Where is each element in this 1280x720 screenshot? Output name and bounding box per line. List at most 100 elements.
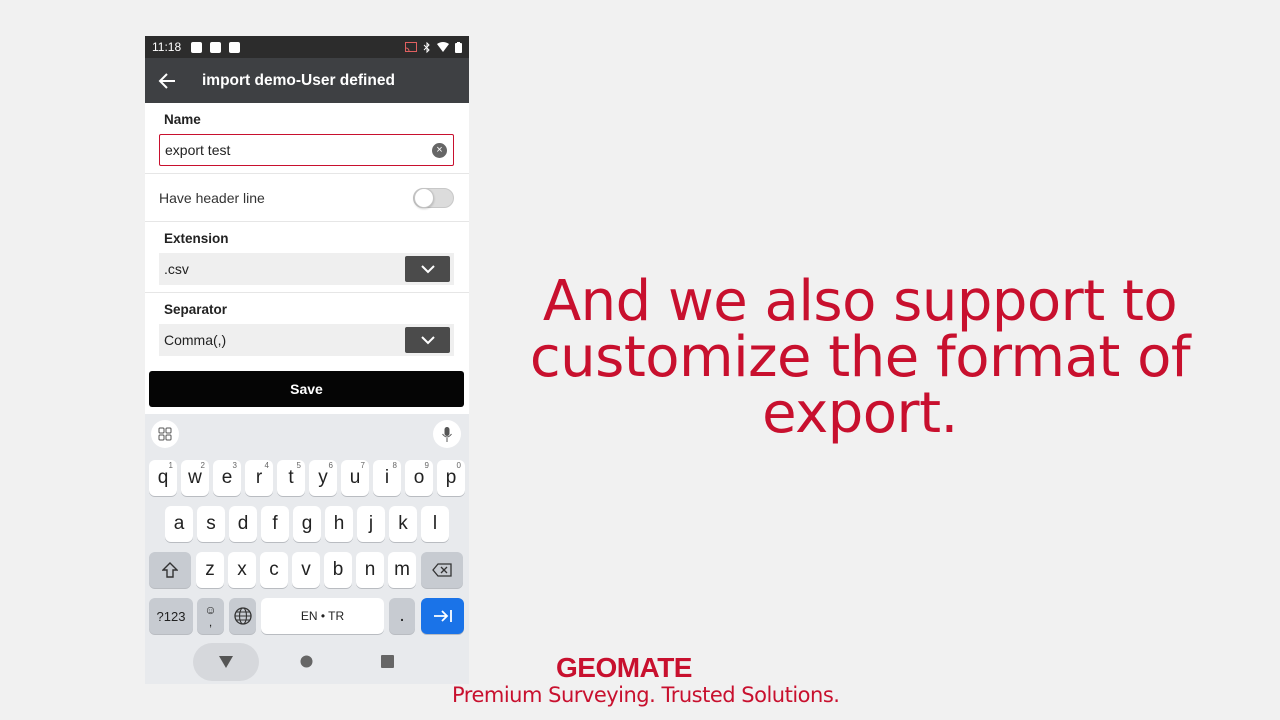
triangle-down-icon	[219, 656, 233, 668]
divider	[145, 221, 469, 222]
divider	[145, 173, 469, 174]
key-j[interactable]: j	[357, 506, 385, 542]
chevron-down-icon[interactable]	[405, 327, 450, 353]
key-char: o	[413, 467, 425, 488]
symbols-key[interactable]: ?123	[149, 598, 193, 634]
key-a[interactable]: a	[165, 506, 193, 542]
status-time: 11:18	[152, 40, 182, 54]
name-label: Name	[164, 112, 201, 127]
key-number-hint: 6	[328, 461, 333, 470]
key-f[interactable]: f	[261, 506, 289, 542]
backspace-key[interactable]	[421, 552, 463, 588]
extension-value: .csv	[164, 261, 189, 277]
cast-icon	[405, 42, 417, 52]
key-number-hint: 9	[424, 461, 429, 470]
key-i[interactable]: i8	[373, 460, 401, 496]
tab-next-icon	[433, 610, 452, 622]
clear-icon[interactable]: ×	[432, 143, 447, 158]
language-globe-key[interactable]	[229, 598, 256, 634]
key-char: t	[288, 467, 294, 488]
home-circle-icon[interactable]	[300, 655, 313, 668]
key-r[interactable]: r4	[245, 460, 273, 496]
key-char: u	[349, 467, 361, 488]
phone-screen: 11:18 import demo-User defined Name expo…	[145, 36, 469, 684]
microphone-icon[interactable]	[433, 420, 461, 448]
key-t[interactable]: t5	[277, 460, 305, 496]
nav-back-button[interactable]	[193, 643, 259, 681]
key-p[interactable]: p0	[437, 460, 465, 496]
on-screen-keyboard: q1w2e3r4t5y6u7i8o9p0 asdfghjkl zxcvbnm ?…	[145, 414, 469, 684]
comma-emoji-key[interactable]: ☺ ,	[197, 598, 224, 634]
key-d[interactable]: d	[229, 506, 257, 542]
toggle-knob	[414, 188, 434, 208]
header-line-toggle[interactable]	[413, 188, 454, 208]
key-k[interactable]: k	[389, 506, 417, 542]
extension-select[interactable]: .csv	[159, 253, 454, 285]
globe-icon	[233, 607, 252, 625]
status-bar: 11:18	[145, 36, 469, 58]
comma-char: ,	[208, 615, 213, 629]
key-u[interactable]: u7	[341, 460, 369, 496]
app-bar: import demo-User defined	[145, 58, 469, 103]
key-c[interactable]: c	[260, 552, 288, 588]
key-v[interactable]: v	[292, 552, 320, 588]
wifi-icon	[437, 42, 449, 52]
key-char: y	[318, 467, 328, 488]
shift-key[interactable]	[149, 552, 191, 588]
headline-line-2: customize the format of	[529, 325, 1191, 390]
key-g[interactable]: g	[293, 506, 321, 542]
key-char: i	[384, 467, 390, 488]
key-number-hint: 5	[296, 461, 301, 470]
key-number-hint: 7	[360, 461, 365, 470]
apps-grid-icon[interactable]	[151, 420, 179, 448]
notification-icon	[229, 41, 241, 53]
format-form: Name export test × Have header line Exte…	[145, 103, 469, 414]
battery-icon	[455, 41, 462, 53]
separator-label: Separator	[164, 302, 228, 317]
key-char: r	[255, 467, 263, 488]
tab-next-key[interactable]	[421, 598, 464, 634]
key-b[interactable]: b	[324, 552, 352, 588]
key-l[interactable]: l	[421, 506, 449, 542]
period-key[interactable]: .	[389, 598, 415, 634]
key-e[interactable]: e3	[213, 460, 241, 496]
key-char: w	[188, 467, 202, 488]
headline-line-1: And we also support to	[542, 269, 1178, 334]
key-x[interactable]: x	[228, 552, 256, 588]
keyboard-toolbar	[145, 414, 469, 454]
header-line-label: Have header line	[159, 190, 265, 206]
geomate-logo: GEOMATE	[556, 652, 692, 683]
key-y[interactable]: y6	[309, 460, 337, 496]
name-value: export test	[165, 142, 231, 158]
key-w[interactable]: w2	[181, 460, 209, 496]
key-z[interactable]: z	[196, 552, 224, 588]
name-field[interactable]: export test ×	[159, 134, 454, 166]
chevron-down-icon[interactable]	[405, 256, 450, 282]
key-o[interactable]: o9	[405, 460, 433, 496]
key-number-hint: 2	[200, 461, 205, 470]
key-number-hint: 8	[392, 461, 397, 470]
key-n[interactable]: n	[356, 552, 384, 588]
page-title: import demo-User defined	[202, 71, 395, 89]
system-nav-bar	[145, 640, 469, 684]
separator-select[interactable]: Comma(,)	[159, 324, 454, 356]
extension-label: Extension	[164, 231, 229, 246]
tagline: Premium Surveying. Trusted Solutions.	[452, 683, 840, 707]
space-key[interactable]: EN • TR	[261, 598, 384, 634]
notification-icon	[191, 41, 203, 53]
key-s[interactable]: s	[197, 506, 225, 542]
key-number-hint: 0	[456, 461, 461, 470]
save-button[interactable]: Save	[149, 371, 464, 407]
bluetooth-icon	[423, 41, 430, 53]
notification-icon	[210, 41, 222, 53]
recents-square-icon[interactable]	[381, 655, 394, 668]
key-h[interactable]: h	[325, 506, 353, 542]
key-char: q	[157, 467, 169, 488]
headline: And we also support to customize the for…	[520, 274, 1200, 442]
key-number-hint: 1	[168, 461, 173, 470]
key-number-hint: 4	[264, 461, 269, 470]
key-m[interactable]: m	[388, 552, 416, 588]
key-q[interactable]: q1	[149, 460, 177, 496]
back-arrow-icon[interactable]	[158, 71, 178, 91]
headline-line-3: export.	[762, 381, 958, 446]
